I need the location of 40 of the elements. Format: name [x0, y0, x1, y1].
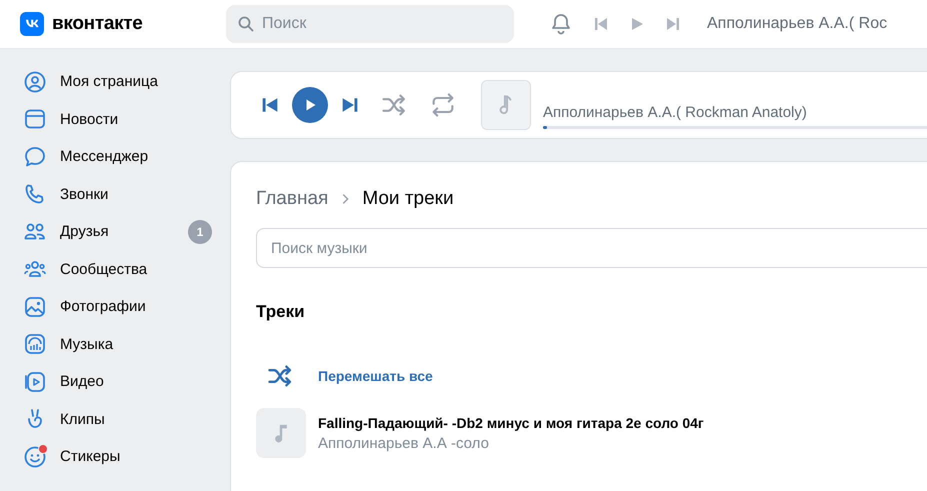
shuffle-all-button[interactable]: Перемешать все — [266, 362, 433, 390]
next-track-icon[interactable] — [341, 96, 359, 114]
search-field[interactable]: Поиск — [226, 5, 514, 43]
logo-text: вконтакте — [52, 13, 143, 35]
smiley-icon — [23, 444, 47, 469]
music-chart-icon — [23, 332, 47, 356]
play-button[interactable] — [292, 87, 328, 123]
track-row[interactable]: Falling-Падающий- -Db2 минус и моя гитара 2е соло 04г Апполинарьев А.А -соло — [256, 408, 927, 458]
sidebar-item[interactable]: Музыка — [0, 326, 230, 363]
next-track-icon[interactable] — [665, 16, 681, 32]
sidebar-item[interactable]: Клипы — [0, 400, 230, 438]
sidebar-item[interactable]: Новости — [0, 100, 230, 138]
window-icon — [23, 107, 47, 132]
breadcrumb-link[interactable]: Мои треки — [362, 188, 454, 210]
sidebar-item[interactable]: Фотографии — [0, 288, 230, 326]
sidebar-item[interactable]: Друзья 1 — [0, 213, 230, 250]
user-circle-icon — [23, 70, 47, 94]
counter-badge: 1 — [188, 220, 212, 244]
sidebar-item[interactable]: Сообщества — [0, 250, 230, 288]
sidebar-item[interactable]: Мессенджер — [0, 138, 230, 176]
notifications-bell-icon[interactable] — [549, 12, 573, 36]
sidebar-item[interactable]: Стикеры — [0, 438, 230, 476]
previous-track-icon[interactable] — [261, 96, 279, 114]
track-title: Апполинарьев А.А.( Rockman Anatoly) — [543, 104, 807, 120]
sidebar-item[interactable]: Моя страница — [0, 63, 230, 100]
section-title: Треки — [256, 302, 306, 322]
picture-icon — [23, 294, 47, 319]
track-title: Falling-Падающий- -Db2 минус и моя гитара 2е соло 04г — [318, 414, 704, 430]
chat-bubble-icon — [23, 144, 47, 169]
video-play-icon — [23, 370, 47, 394]
vk-logo[interactable]: вконтакте — [20, 12, 218, 36]
now-playing-title[interactable]: Апполинарьев А.А.( Roc — [707, 15, 888, 33]
vk-logo-icon — [20, 12, 44, 36]
breadcrumb-link[interactable]: Главная — [256, 188, 328, 210]
play-icon[interactable] — [629, 16, 645, 32]
sidebar-item[interactable]: Звонки — [0, 176, 230, 213]
sidebar-item[interactable]: Видео — [0, 363, 230, 400]
music-search-field[interactable]: Поиск музыки — [256, 228, 927, 268]
track-artist: Апполинарьев А.А -соло — [318, 434, 490, 452]
previous-track-icon[interactable] — [593, 16, 609, 32]
